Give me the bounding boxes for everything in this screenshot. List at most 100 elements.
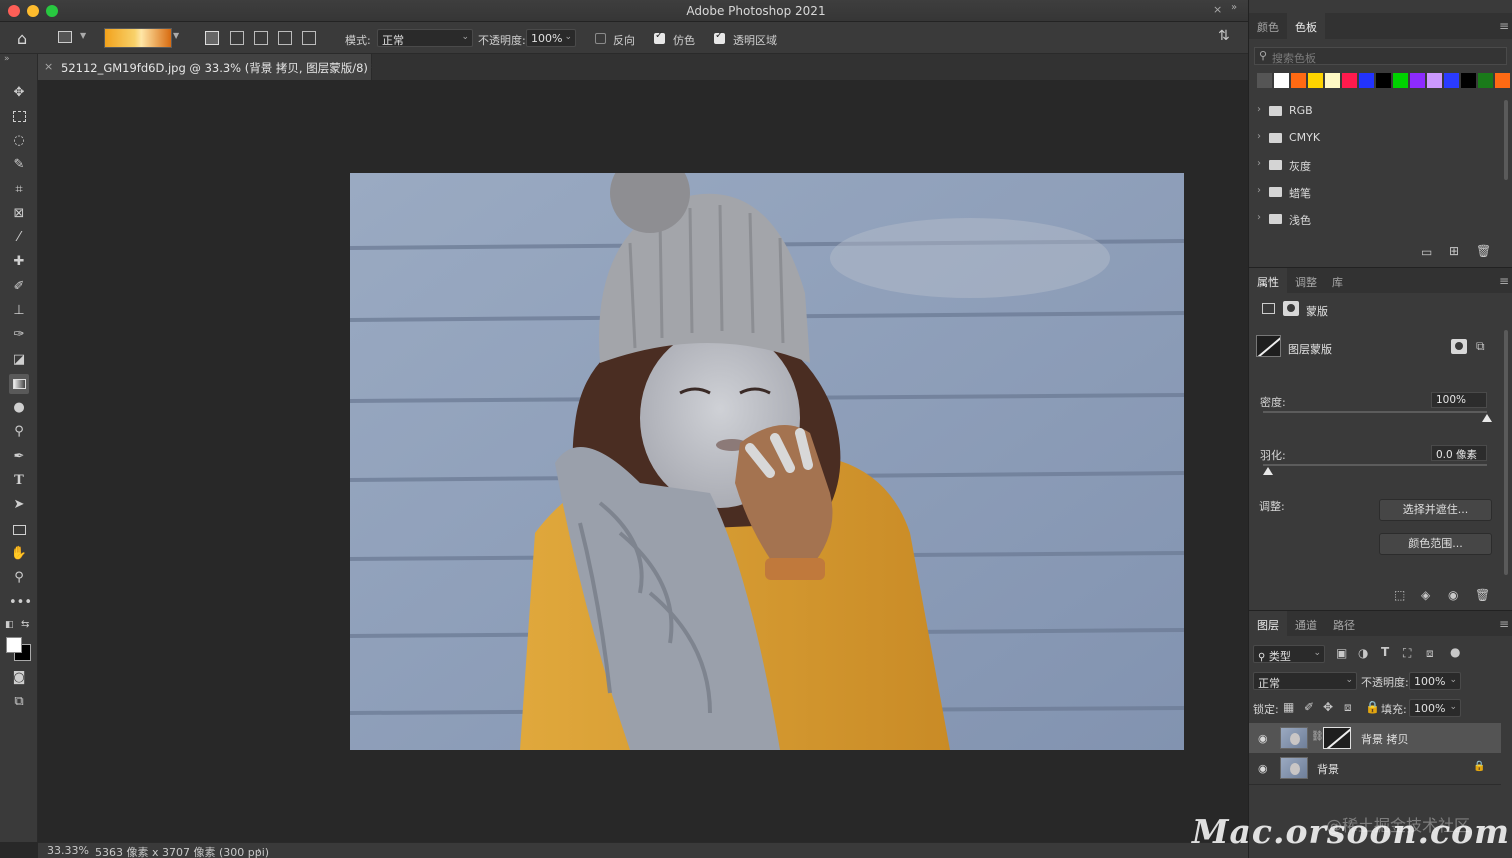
swatch-folder-grayscale[interactable]: › 灰度	[1257, 156, 1457, 174]
layer-mask-thumbnail[interactable]	[1323, 727, 1351, 749]
load-selection-icon[interactable]: ⬚	[1394, 588, 1405, 602]
eye-icon[interactable]: ◉	[1258, 732, 1268, 745]
lock-transparent-icon[interactable]: ▦	[1283, 700, 1294, 714]
layer-row-background-copy[interactable]: ◉ ⛓ 背景 拷贝	[1249, 723, 1501, 753]
apply-mask-icon[interactable]: ⧉	[1476, 339, 1485, 354]
pen-icon[interactable]: ✒	[9, 447, 29, 467]
quick-select-icon[interactable]: ✎	[9, 155, 29, 175]
gradient-picker-chevron-icon[interactable]: ▼	[173, 31, 179, 40]
lasso-icon[interactable]: ◌	[9, 131, 29, 151]
lock-position-icon[interactable]: ✥	[1323, 700, 1333, 714]
collapse-arrows-icon[interactable]: »	[1231, 2, 1237, 13]
feather-slider-thumb[interactable]	[1263, 467, 1273, 475]
foreground-color-swatch[interactable]	[6, 637, 22, 653]
new-group-icon[interactable]: ▭	[1421, 245, 1432, 259]
filter-type-icon[interactable]: T	[1381, 645, 1389, 659]
color-swatch[interactable]	[1359, 73, 1374, 88]
eye-icon[interactable]: ◉	[1258, 762, 1268, 775]
lock-all-icon[interactable]: 🔒	[1365, 700, 1380, 714]
color-range-button[interactable]: 颜色范围...	[1379, 533, 1492, 555]
color-swatch[interactable]	[1461, 73, 1476, 88]
chain-link-icon[interactable]: ⛓	[1311, 731, 1324, 742]
mode-select[interactable]: 正常 ⌄	[377, 29, 473, 47]
color-swatch[interactable]	[1410, 73, 1425, 88]
visibility-icon[interactable]: ◉	[1448, 588, 1458, 602]
delete-mask-icon[interactable]: 🗑	[1475, 588, 1490, 602]
move-icon[interactable]: ✥	[9, 83, 29, 103]
select-and-mask-button[interactable]: 选择并遮住...	[1379, 499, 1492, 521]
lock-artboard-icon[interactable]: ⧈	[1344, 700, 1352, 715]
crop-icon[interactable]: ⌗	[9, 180, 29, 200]
document-canvas-image[interactable]	[350, 173, 1184, 750]
vector-mask-icon[interactable]	[1283, 301, 1299, 316]
delete-swatch-icon[interactable]: 🗑	[1476, 244, 1491, 258]
marquee-icon[interactable]	[9, 107, 29, 127]
swatches-scrollbar[interactable]	[1504, 100, 1508, 180]
filter-toggle-icon[interactable]: ●	[1450, 645, 1460, 659]
tab-paths[interactable]: 路径	[1333, 617, 1355, 633]
hand-icon[interactable]: ✋	[9, 544, 29, 564]
select-mask-icon[interactable]	[1451, 339, 1467, 354]
fill-field[interactable]: 100% ⌄	[1409, 699, 1461, 717]
type-icon[interactable]: T	[9, 471, 29, 491]
density-slider-thumb[interactable]	[1482, 414, 1492, 422]
color-swatch[interactable]	[1274, 73, 1289, 88]
color-swatch[interactable]	[1325, 73, 1340, 88]
home-icon[interactable]: ⌂	[17, 29, 27, 48]
history-brush-icon[interactable]: ✑	[9, 325, 29, 345]
tab-properties[interactable]: 属性	[1257, 274, 1279, 290]
frame-icon[interactable]: ⊠	[9, 204, 29, 224]
density-slider-track[interactable]	[1263, 411, 1487, 413]
rectangle-icon[interactable]	[9, 520, 29, 540]
transparency-checkbox[interactable]	[714, 30, 725, 44]
layer-opacity-field[interactable]: 100% ⌄	[1409, 672, 1461, 690]
color-swatch[interactable]	[1427, 73, 1442, 88]
diamond-gradient-icon[interactable]	[302, 31, 316, 45]
filter-smart-object-icon[interactable]: ⧈	[1426, 646, 1434, 661]
healing-icon[interactable]: ✚	[9, 252, 29, 272]
tab-swatches[interactable]: 色板	[1295, 19, 1317, 35]
color-swatch[interactable]	[1444, 73, 1459, 88]
color-swatch[interactable]	[1495, 73, 1510, 88]
apply-mask-icon[interactable]: ◈	[1421, 588, 1430, 602]
color-swatch[interactable]	[1478, 73, 1493, 88]
status-menu-arrow-icon[interactable]: ›	[257, 844, 261, 857]
tab-libraries[interactable]: 库	[1332, 274, 1343, 290]
dither-checkbox[interactable]	[654, 30, 665, 44]
lock-icon[interactable]: 🔒	[1473, 761, 1485, 772]
panel-menu-icon[interactable]: ≡	[1499, 274, 1509, 288]
panel-close-icon[interactable]: ×	[1213, 3, 1222, 16]
tool-preset-icon[interactable]	[58, 31, 72, 43]
filter-shape-icon[interactable]: ⛶	[1403, 646, 1411, 661]
reverse-checkbox[interactable]	[595, 33, 606, 44]
swatch-search-field[interactable]: ⚲ 搜索色板	[1254, 47, 1507, 65]
color-swatch[interactable]	[1342, 73, 1357, 88]
feather-field[interactable]: 0.0 像素	[1431, 445, 1487, 461]
radial-gradient-icon[interactable]	[230, 31, 244, 45]
stamp-icon[interactable]: ⊥	[9, 301, 29, 321]
color-swatch[interactable]	[1291, 73, 1306, 88]
swatch-folder-pastel[interactable]: › 蜡笔	[1257, 183, 1457, 201]
panel-menu-icon[interactable]: ≡	[1499, 617, 1509, 631]
tab-layers[interactable]: 图层	[1257, 617, 1279, 633]
brush-icon[interactable]: ✐	[9, 277, 29, 297]
screen-mode-icon[interactable]: ⧉	[9, 692, 29, 712]
close-document-icon[interactable]: ×	[44, 60, 53, 73]
filter-adjustment-icon[interactable]: ◑	[1358, 646, 1368, 660]
tab-adjustments[interactable]: 调整	[1295, 274, 1317, 290]
feather-slider-track[interactable]	[1263, 464, 1487, 466]
tool-preset-chevron-icon[interactable]: ▼	[80, 31, 86, 40]
arrange-documents-icon[interactable]: ⇅	[1218, 28, 1230, 44]
properties-scrollbar[interactable]	[1504, 330, 1508, 575]
layer-filter-select[interactable]: ⚲ 类型 ⌄	[1253, 645, 1325, 663]
swatch-folder-rgb[interactable]: › RGB	[1257, 102, 1457, 120]
more-icon[interactable]: •••	[9, 593, 32, 613]
pixel-mask-icon[interactable]	[1262, 303, 1275, 314]
color-swatch[interactable]	[1257, 73, 1272, 88]
tab-color[interactable]: 颜色	[1257, 19, 1279, 35]
swatch-folder-light[interactable]: › 浅色	[1257, 210, 1457, 228]
tab-channels[interactable]: 通道	[1295, 617, 1317, 633]
gradient-preview[interactable]	[104, 28, 172, 48]
reflected-gradient-icon[interactable]	[278, 31, 292, 45]
filter-pixel-icon[interactable]: ▣	[1336, 646, 1347, 660]
